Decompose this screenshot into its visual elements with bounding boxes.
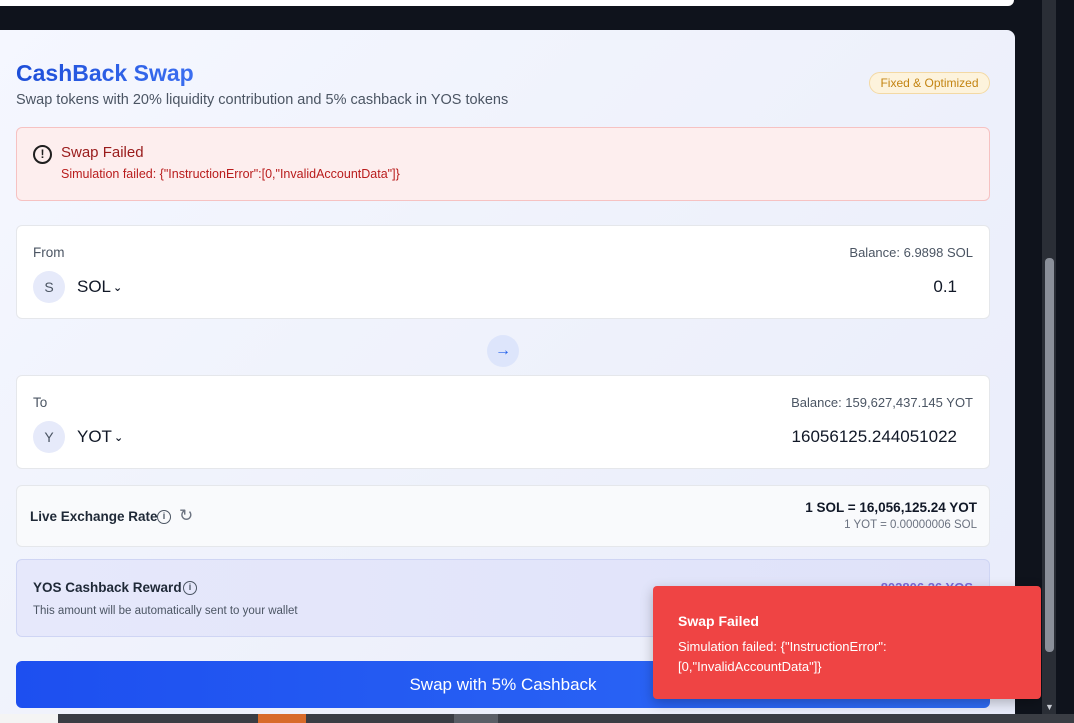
scrollbar-thumb[interactable]: [1045, 258, 1054, 652]
from-label: From: [33, 245, 65, 260]
status-badge: Fixed & Optimized: [869, 72, 990, 94]
swap-direction-button[interactable]: →: [487, 335, 519, 367]
info-icon[interactable]: i: [183, 581, 197, 595]
error-title: Swap Failed: [61, 144, 144, 161]
to-amount-field: 16056125.244051022: [791, 427, 957, 446]
from-token-card: From Balance: 6.9898 SOL S SOL ⌄ 0.1: [16, 225, 990, 319]
taskbar: [0, 714, 1074, 723]
page-title: CashBack Swap: [16, 60, 194, 86]
page-subtitle: Swap tokens with 20% liquidity contribut…: [16, 92, 509, 108]
chevron-down-icon: ⌄: [113, 431, 124, 444]
exchange-rate-card: Live Exchange Rate i ↻ 1 SOL = 16,056,12…: [16, 485, 990, 547]
to-balance: Balance: 159,627,437.145 YOT: [791, 395, 973, 410]
arrow-right-icon: →: [495, 342, 511, 359]
from-token-select[interactable]: SOL ⌄: [77, 277, 122, 297]
from-token-avatar: S: [33, 271, 65, 303]
to-label: To: [33, 395, 48, 410]
cashback-subtitle: This amount will be automatically sent t…: [33, 605, 298, 617]
to-token-avatar: Y: [33, 421, 65, 453]
chevron-down-icon: ⌄: [113, 281, 123, 294]
exchange-rate-value: 1 SOL = 16,056,125.24 YOT: [805, 500, 977, 515]
error-message: Simulation failed: {"InstructionError":[…: [61, 167, 400, 181]
taskbar-app-icon[interactable]: [454, 714, 498, 723]
to-token-symbol: YOT: [77, 427, 112, 446]
error-alert: ! Swap Failed Simulation failed: {"Instr…: [16, 127, 990, 201]
exchange-rate-label: Live Exchange Rate: [30, 509, 158, 524]
scroll-down-icon[interactable]: ▼: [1044, 702, 1055, 714]
to-token-card: To Balance: 159,627,437.145 YOT Y YOT ⌄ …: [16, 375, 990, 469]
to-token-select[interactable]: YOT ⌄: [77, 427, 123, 447]
cashback-title: YOS Cashback Reward: [33, 580, 182, 595]
toast-title: Swap Failed: [678, 613, 759, 629]
top-panel-edge: [0, 0, 1014, 6]
toast-message: Simulation failed: {"InstructionError":[…: [678, 639, 887, 674]
from-amount-input[interactable]: 0.1: [933, 277, 957, 297]
from-balance: Balance: 6.9898 SOL: [849, 245, 973, 260]
info-icon[interactable]: i: [157, 510, 171, 524]
taskbar-app-icon[interactable]: [258, 714, 306, 723]
taskbar-segment: [0, 714, 58, 723]
exchange-rate-inverse: 1 YOT = 0.00000006 SOL: [844, 519, 977, 531]
refresh-icon[interactable]: ↻: [179, 506, 193, 526]
alert-circle-icon: !: [33, 145, 52, 164]
from-token-symbol: SOL: [77, 277, 112, 296]
error-toast[interactable]: Swap Failed Simulation failed: {"Instruc…: [653, 586, 1041, 699]
